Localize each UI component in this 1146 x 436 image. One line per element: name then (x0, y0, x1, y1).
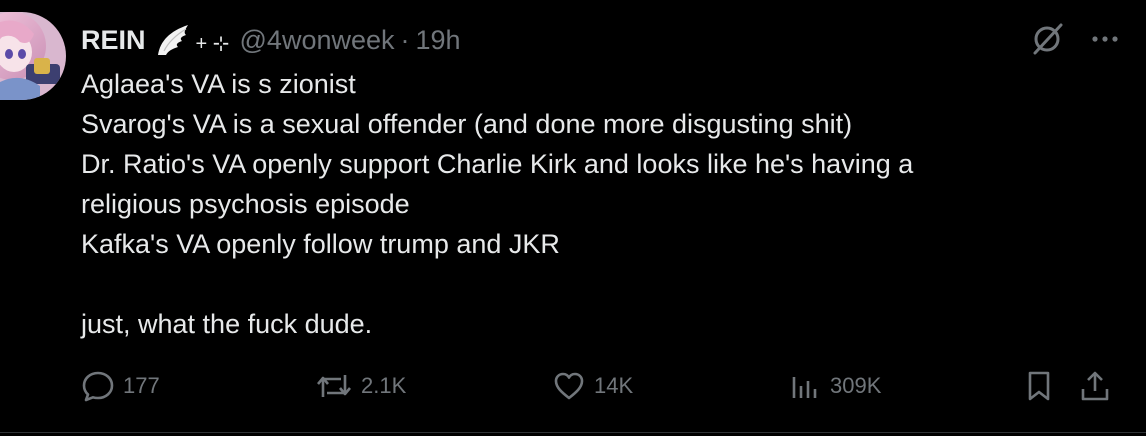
views-icon (788, 369, 822, 403)
name-decoration: + ⊹ (195, 32, 230, 55)
repost-button[interactable]: 2.1K (315, 364, 406, 408)
post-text-blank-line (81, 264, 1121, 304)
repost-icon (315, 369, 353, 403)
grok-icon[interactable] (1030, 22, 1064, 56)
angel-wing-icon (154, 23, 192, 57)
divider (0, 432, 1146, 433)
post-text-line: just, what the fuck dude. (81, 309, 373, 339)
post-text-line: Aglaea's VA is s zionist (81, 69, 356, 99)
author-display-name[interactable]: REIN (81, 25, 146, 56)
views-button[interactable]: 309K (788, 364, 881, 408)
bookmark-icon (1022, 369, 1056, 403)
avatar[interactable] (0, 12, 66, 100)
post-text-line: Dr. Ratio's VA openly support Charlie Ki… (81, 149, 914, 179)
action-bar: 177 2.1K 14K 309K (81, 364, 1122, 408)
avatar-image (0, 12, 66, 100)
post-text-line: religious psychosis episode (81, 189, 410, 219)
repost-count: 2.1K (361, 373, 407, 398)
post-header: REIN + ⊹ @4wonweek · 19h (81, 20, 461, 60)
reply-count: 177 (123, 373, 160, 398)
top-right-icons (1030, 22, 1120, 56)
like-icon (552, 369, 586, 403)
like-count: 14K (594, 373, 634, 398)
share-icon (1078, 369, 1112, 403)
post-time[interactable]: 19h (416, 25, 461, 56)
author-handle[interactable]: @4wonweek (240, 25, 395, 56)
post-text: Aglaea's VA is s zionist Svarog's VA is … (81, 64, 1121, 344)
reply-button[interactable]: 177 (81, 364, 160, 408)
separator-dot: · (400, 24, 410, 55)
post-text-line: Kafka's VA openly follow trump and JKR (81, 229, 560, 259)
like-button[interactable]: 14K (552, 364, 633, 408)
reply-icon (81, 369, 115, 403)
bookmark-button[interactable] (1022, 364, 1056, 408)
post-text-line: Svarog's VA is a sexual offender (and do… (81, 109, 853, 139)
views-count: 309K (830, 373, 882, 398)
more-icon[interactable] (1090, 24, 1120, 54)
share-button[interactable] (1078, 364, 1112, 408)
